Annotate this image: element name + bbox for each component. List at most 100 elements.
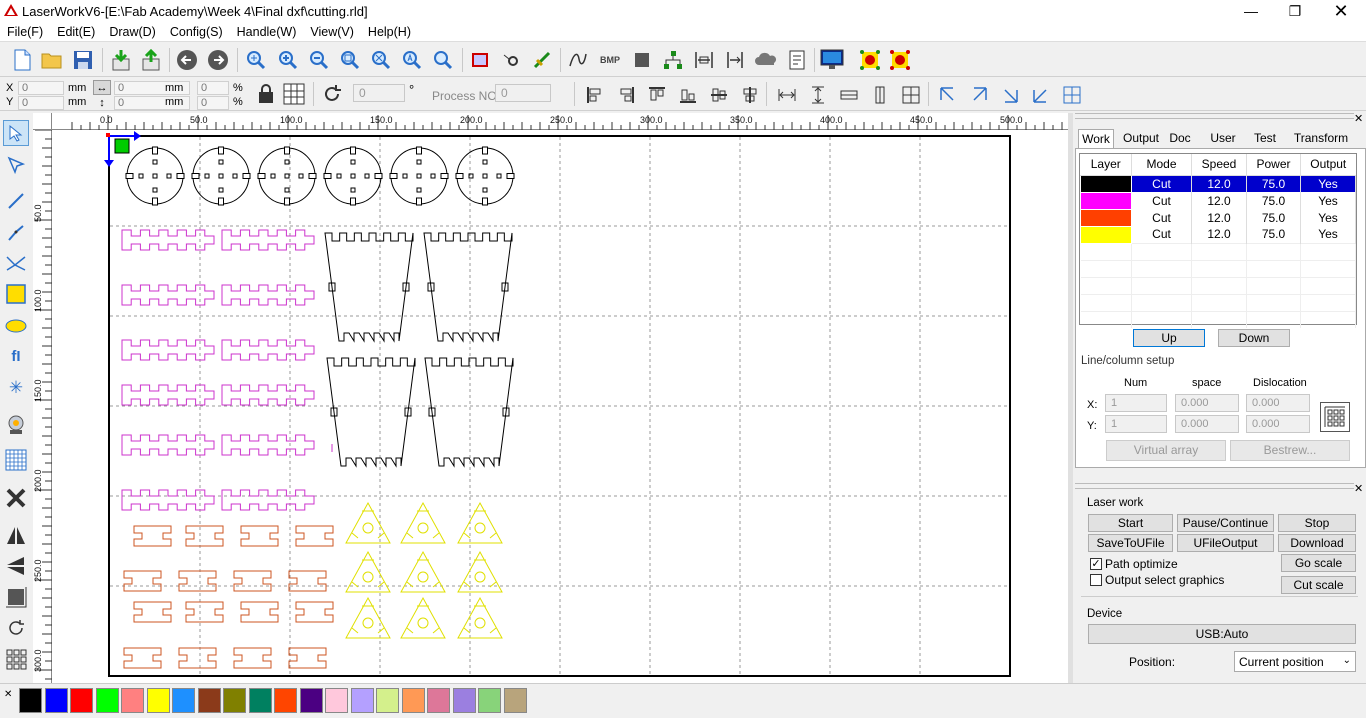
array-x-dislocation[interactable]: 0.000 bbox=[1246, 394, 1310, 412]
curve-tool-icon[interactable] bbox=[3, 250, 29, 276]
layer-row[interactable]: Cut 12.0 75.0 Yes bbox=[1080, 225, 1356, 244]
color-swatch[interactable] bbox=[197, 688, 221, 713]
gear-disc[interactable] bbox=[125, 146, 185, 206]
connector-piece[interactable] bbox=[240, 525, 279, 547]
process-no-field[interactable]: 0 bbox=[495, 84, 551, 102]
device-button[interactable]: USB:Auto bbox=[1088, 624, 1356, 644]
move-center-icon[interactable] bbox=[1060, 83, 1084, 107]
move-bottom-right-icon[interactable] bbox=[998, 83, 1022, 107]
comb-strip[interactable] bbox=[221, 384, 315, 406]
same-height-icon[interactable] bbox=[806, 83, 830, 107]
align-bottom-icon[interactable] bbox=[676, 83, 700, 107]
path-optimize-checkbox[interactable]: ✓ bbox=[1090, 558, 1102, 570]
connector-piece[interactable] bbox=[288, 570, 327, 592]
drawing-canvas[interactable] bbox=[52, 130, 1068, 683]
down-button[interactable]: Down bbox=[1218, 329, 1290, 347]
menu-view[interactable]: View(V) bbox=[303, 22, 361, 41]
output-select-checkbox[interactable] bbox=[1090, 574, 1102, 586]
virtual-array-button[interactable]: Virtual array bbox=[1106, 440, 1226, 461]
up-button[interactable]: Up bbox=[1133, 329, 1205, 347]
laser-panel-close-icon[interactable]: ✕ bbox=[1354, 482, 1363, 495]
zoom-out-icon[interactable] bbox=[307, 48, 331, 72]
width-lock-icon[interactable]: ↔ bbox=[93, 80, 111, 95]
rotate-tool-icon[interactable] bbox=[3, 615, 29, 641]
ellipse-tool-icon[interactable] bbox=[3, 313, 29, 339]
color-swatch[interactable] bbox=[503, 688, 527, 713]
align-center-h-icon[interactable] bbox=[692, 48, 716, 72]
go-scale-button[interactable]: Go scale bbox=[1281, 554, 1356, 572]
color-swatch[interactable] bbox=[376, 688, 399, 713]
tab-doc[interactable]: Doc bbox=[1166, 129, 1194, 149]
connector-piece[interactable] bbox=[133, 601, 172, 623]
comb-strip[interactable] bbox=[221, 339, 315, 361]
array-y-num[interactable]: 1 bbox=[1105, 415, 1167, 433]
tab-work[interactable]: Work bbox=[1078, 129, 1114, 149]
rectangle-tool-icon[interactable] bbox=[3, 281, 29, 307]
zoom-data-icon[interactable] bbox=[400, 48, 424, 72]
mirror-horizontal-icon[interactable] bbox=[3, 523, 29, 549]
connector-piece[interactable] bbox=[123, 570, 162, 592]
select-arrow-icon[interactable] bbox=[3, 120, 29, 146]
red-dot-pattern-2-icon[interactable] bbox=[888, 48, 912, 72]
minimize-button[interactable]: — bbox=[1228, 0, 1274, 22]
tab-test[interactable]: Test bbox=[1249, 129, 1281, 149]
connector-piece[interactable] bbox=[123, 647, 162, 669]
cut-scale-button[interactable]: Cut scale bbox=[1281, 576, 1356, 594]
connector-piece[interactable] bbox=[295, 525, 334, 547]
move-top-right-icon[interactable] bbox=[967, 83, 991, 107]
color-swatch[interactable] bbox=[19, 688, 42, 713]
comb-strip[interactable] bbox=[221, 284, 315, 306]
comb-strip[interactable] bbox=[221, 229, 315, 251]
triangle-piece[interactable] bbox=[345, 596, 391, 639]
gear-disc[interactable] bbox=[323, 146, 383, 206]
scale-x-field[interactable]: 0 bbox=[197, 81, 229, 95]
close-button[interactable]: ✕ bbox=[1318, 0, 1364, 22]
comb-strip[interactable] bbox=[221, 434, 315, 456]
array-tool-icon[interactable] bbox=[3, 646, 29, 672]
move-top-left-icon[interactable] bbox=[936, 83, 960, 107]
color-swatch[interactable] bbox=[44, 688, 68, 713]
zoom-in-icon[interactable] bbox=[276, 48, 300, 72]
layer-row[interactable]: Cut 12.0 75.0 Yes bbox=[1080, 191, 1356, 210]
origin-icon[interactable] bbox=[499, 48, 523, 72]
text-tool-icon[interactable]: fI bbox=[3, 343, 29, 369]
fill-rect-icon[interactable] bbox=[630, 48, 654, 72]
color-swatch[interactable] bbox=[95, 688, 119, 713]
triangle-piece[interactable] bbox=[345, 501, 391, 544]
save-to-ufile-button[interactable]: SaveToUFile bbox=[1088, 534, 1173, 552]
color-swatch[interactable] bbox=[325, 688, 348, 713]
scale-y-field[interactable]: 0 bbox=[197, 96, 229, 110]
triangle-piece[interactable] bbox=[457, 501, 503, 544]
zoom-page-icon[interactable] bbox=[338, 48, 362, 72]
gear-disc[interactable] bbox=[191, 146, 251, 206]
layer-row[interactable]: Cut 12.0 75.0 Yes bbox=[1080, 208, 1356, 227]
panel-close-icon[interactable]: ✕ bbox=[1354, 112, 1363, 125]
camera-tool-icon[interactable] bbox=[3, 412, 29, 438]
align-right-edge-icon[interactable] bbox=[614, 83, 638, 107]
connector-piece[interactable] bbox=[185, 601, 224, 623]
rotate-angle-field[interactable]: 0 bbox=[353, 84, 405, 102]
menu-edit[interactable]: Edit(E) bbox=[50, 22, 102, 41]
color-swatch[interactable] bbox=[427, 688, 450, 713]
red-dot-pattern-icon[interactable] bbox=[858, 48, 882, 72]
y-position-field[interactable]: 0 bbox=[18, 96, 64, 110]
layer-row[interactable]: Cut 12.0 75.0 Yes bbox=[1080, 174, 1356, 193]
curve-smooth-icon[interactable] bbox=[566, 48, 590, 72]
connector-piece[interactable] bbox=[240, 601, 279, 623]
array-y-dislocation[interactable]: 0.000 bbox=[1246, 415, 1310, 433]
document-icon[interactable] bbox=[785, 48, 809, 72]
tab-output[interactable]: Output bbox=[1118, 129, 1164, 149]
connector-piece[interactable] bbox=[288, 647, 327, 669]
box-side-panel[interactable] bbox=[424, 357, 514, 468]
grid-select-icon[interactable] bbox=[283, 83, 305, 105]
zoom-pan-icon[interactable] bbox=[431, 48, 455, 72]
menu-draw[interactable]: Draw(D) bbox=[102, 22, 163, 41]
box-side-panel[interactable] bbox=[326, 357, 416, 468]
menu-file[interactable]: File(F) bbox=[0, 22, 50, 41]
palette-close-icon[interactable]: ✕ bbox=[4, 689, 12, 700]
pause-continue-button[interactable]: Pause/Continue bbox=[1177, 514, 1274, 532]
triangle-piece[interactable] bbox=[400, 596, 446, 639]
stop-button[interactable]: Stop bbox=[1278, 514, 1356, 532]
export-icon[interactable] bbox=[139, 48, 163, 72]
color-swatch[interactable] bbox=[223, 688, 246, 713]
